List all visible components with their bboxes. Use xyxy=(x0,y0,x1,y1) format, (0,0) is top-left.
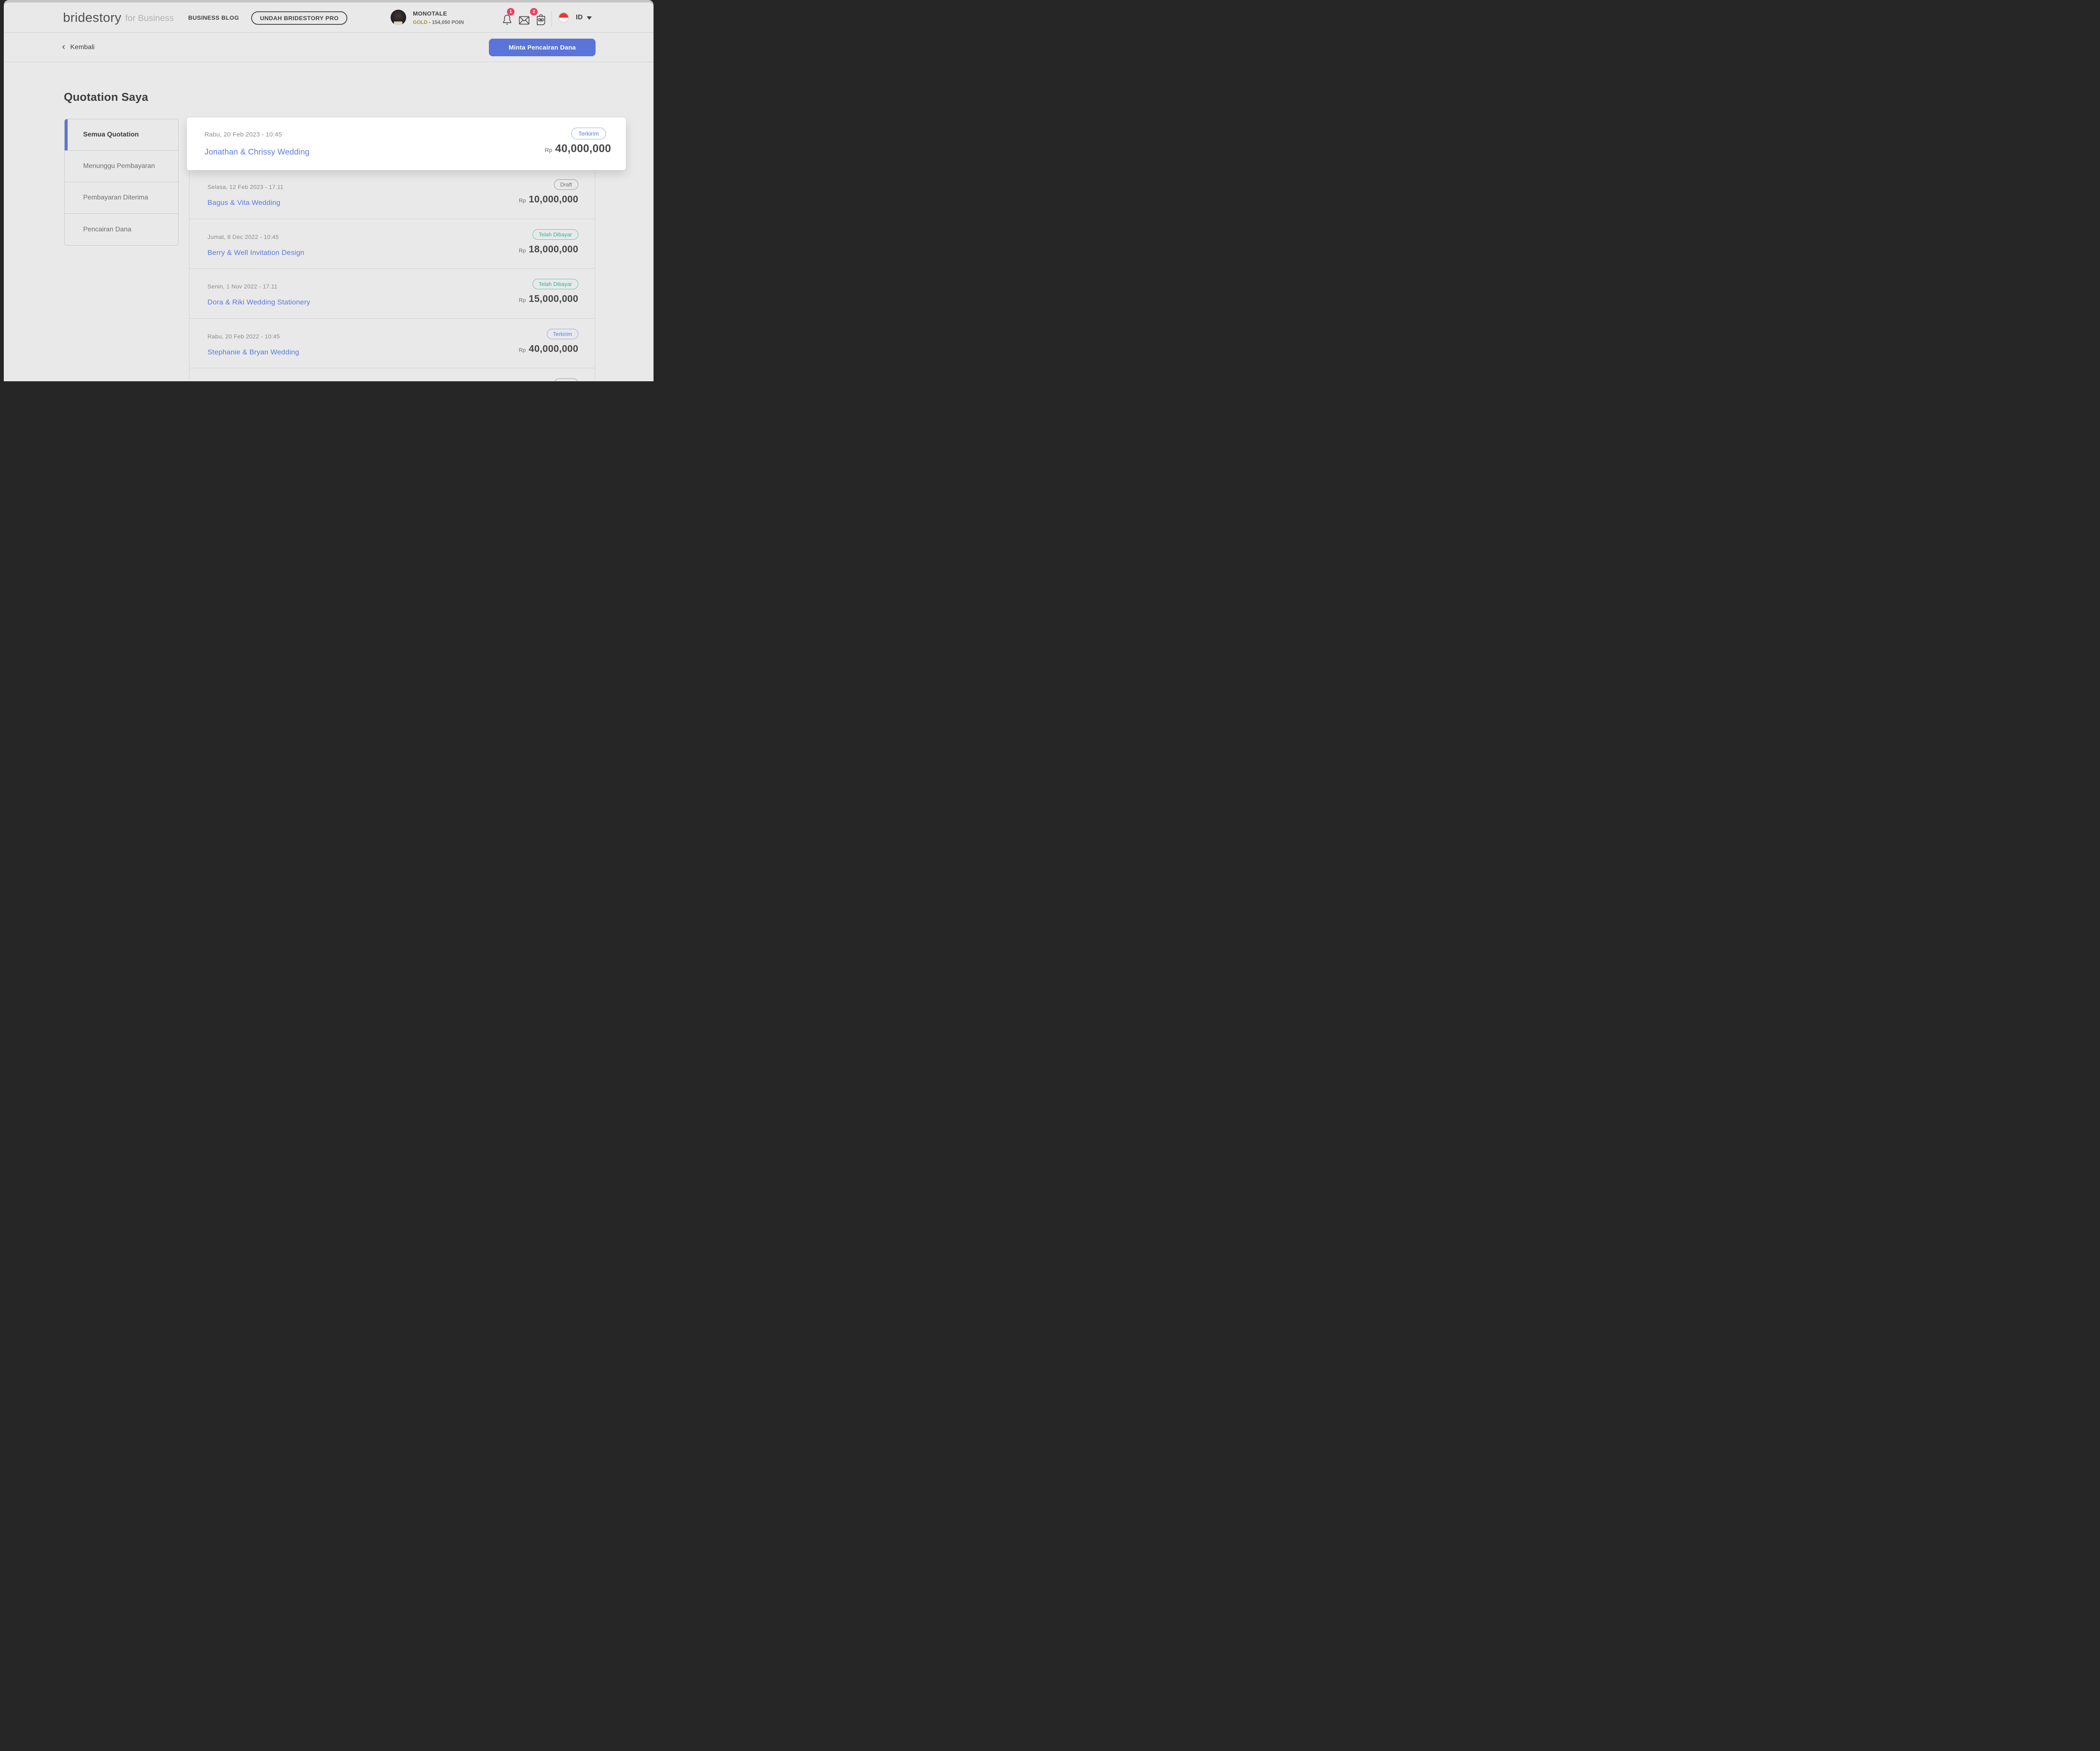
sidebar-item-pencairan-dana[interactable]: Pencairan Dana xyxy=(65,214,178,245)
currency-label: Rp xyxy=(519,347,526,353)
messages-button[interactable] xyxy=(519,16,530,25)
points-label: - 154,050 POIN xyxy=(428,19,464,25)
quotation-name-link[interactable]: Jonathan & Chrissy Wedding xyxy=(205,148,310,157)
nav-download-bridestory-pro-button[interactable]: UNDAH BRIDESTORY PRO xyxy=(251,11,347,25)
quotation-name-link[interactable]: Berry & Well Invitation Design xyxy=(207,249,304,257)
sidebar-item-label: Menunggu Pembayaran xyxy=(83,163,155,170)
request-disbursement-button[interactable]: Minta Pencairan Dana xyxy=(489,39,596,56)
quotation-row[interactable]: Rabu, 20 Feb 2022 - 10:45 Terkirim Steph… xyxy=(189,319,595,369)
quotation-row[interactable]: Senin, 1 Nov 2022 - 17.11 Telah Dibayar … xyxy=(189,269,595,319)
quotation-amount: Rp 40,000,000 xyxy=(545,142,611,155)
messages-count-badge: 2 xyxy=(530,8,538,16)
currency-label: Rp xyxy=(545,147,552,153)
quotation-amount: Rp 15,000,000 xyxy=(519,293,578,304)
notification-count-badge: 1 xyxy=(507,8,514,16)
logo-suffix: for Business xyxy=(125,12,174,24)
back-label: Kembali xyxy=(70,44,94,51)
account-name: MONOTALE xyxy=(413,10,464,17)
chevron-left-icon: ‹ xyxy=(62,42,65,52)
account-menu[interactable]: MONOTALE GOLD - 154,050 POIN xyxy=(391,10,464,25)
sidebar-item-label: Pencairan Dana xyxy=(83,226,131,233)
envelope-icon xyxy=(519,16,530,25)
account-info: MONOTALE GOLD - 154,050 POIN xyxy=(413,10,464,25)
bell-icon xyxy=(502,14,512,26)
sidebar-item-semua-quotation[interactable]: Semua Quotation xyxy=(65,119,178,151)
status-badge: Telah Dibayar xyxy=(533,279,579,289)
quotation-card-elevated[interactable]: Rabu, 20 Feb 2023 - 10:45 Terkirim Jonat… xyxy=(187,118,626,170)
quotation-amount: Rp 40,000,000 xyxy=(519,343,578,354)
owl-clipboard-icon xyxy=(536,13,546,26)
amount-value: 40,000,000 xyxy=(555,142,611,155)
amount-value: 18,000,000 xyxy=(529,244,578,255)
chevron-down-icon xyxy=(587,16,592,20)
currency-label: Rp xyxy=(519,247,526,254)
notifications-button[interactable] xyxy=(502,14,512,26)
amount-value: 10,000,000 xyxy=(529,194,578,205)
quotation-amount: Rp 10,000,000 xyxy=(519,194,578,205)
quotation-amount: Rp 18,000,000 xyxy=(519,244,578,255)
sidebar-item-label: Semua Quotation xyxy=(83,131,139,139)
page-content: bridestory for Business BUSINESS BLOG UN… xyxy=(4,3,654,381)
quotation-date: Jumat, 8 Dec 2022 - 10:45 xyxy=(207,233,279,240)
active-accent-bar xyxy=(65,119,68,150)
quotation-list: Selasa, 12 Feb 2023 - 17.11 Draft Bagus … xyxy=(189,169,595,381)
quotation-date: Rabu, 20 Feb 2022 - 10:45 xyxy=(207,333,280,340)
tier-label: GOLD xyxy=(413,19,428,25)
header-divider xyxy=(551,11,552,27)
quotation-row[interactable]: Jumat, 8 Dec 2022 - 10:45 Telah Dibayar … xyxy=(189,219,595,269)
quotation-name-link[interactable]: Bagus & Vita Wedding xyxy=(207,199,281,207)
amount-value: 40,000,000 xyxy=(529,343,578,354)
orders-button[interactable] xyxy=(536,13,546,26)
language-selector[interactable]: ID xyxy=(558,3,592,32)
nav-business-blog[interactable]: BUSINESS BLOG xyxy=(188,3,239,32)
quotation-row[interactable]: Selasa, 12 Feb 2023 - 17.11 Draft Bagus … xyxy=(189,169,595,219)
quotation-date: Rabu, 20 Feb 2023 - 10:45 xyxy=(205,131,282,138)
sidebar-item-menunggu-pembayaran[interactable]: Menunggu Pembayaran xyxy=(65,151,178,182)
account-tier-points: GOLD - 154,050 POIN xyxy=(413,19,464,25)
sidebar-item-label: Pembayaran Diterima xyxy=(83,194,148,202)
status-badge: Terkirim xyxy=(547,329,579,339)
quotation-date: Senin, 1 Nov 2022 - 17.11 xyxy=(207,283,278,290)
avatar xyxy=(391,10,406,25)
back-button[interactable]: ‹ Kembali xyxy=(62,33,94,62)
top-header: bridestory for Business BUSINESS BLOG UN… xyxy=(4,3,654,33)
sidebar-item-pembayaran-diterima[interactable]: Pembayaran Diterima xyxy=(65,182,178,214)
action-bar: ‹ Kembali Minta Pencairan Dana xyxy=(4,33,654,62)
quotation-date: Selasa, 12 Feb 2023 - 17.11 xyxy=(207,183,284,190)
amount-value: 15,000,000 xyxy=(529,293,578,304)
indonesia-flag-icon xyxy=(558,12,569,23)
quotation-filter-sidebar: Semua Quotation Menunggu Pembayaran Pemb… xyxy=(64,119,178,246)
quotation-name-link[interactable]: Stephanie & Bryan Wedding xyxy=(207,348,299,356)
status-badge: Terkirim xyxy=(571,128,606,139)
logo-wordmark: bridestory xyxy=(63,10,121,25)
quotation-name-link[interactable]: Dora & Riki Wedding Stationery xyxy=(207,298,310,307)
page-title: Quotation Saya xyxy=(64,91,148,104)
currency-label: Rp xyxy=(519,297,526,303)
quotation-row[interactable]: Draft xyxy=(189,368,595,381)
status-badge: Draft xyxy=(554,378,578,381)
locale-code: ID xyxy=(576,14,583,21)
status-badge: Telah Dibayar xyxy=(533,229,579,240)
app-window: bridestory for Business BUSINESS BLOG UN… xyxy=(4,0,654,381)
currency-label: Rp xyxy=(519,197,526,204)
status-badge: Draft xyxy=(554,179,578,190)
brand-logo[interactable]: bridestory for Business xyxy=(63,3,174,32)
